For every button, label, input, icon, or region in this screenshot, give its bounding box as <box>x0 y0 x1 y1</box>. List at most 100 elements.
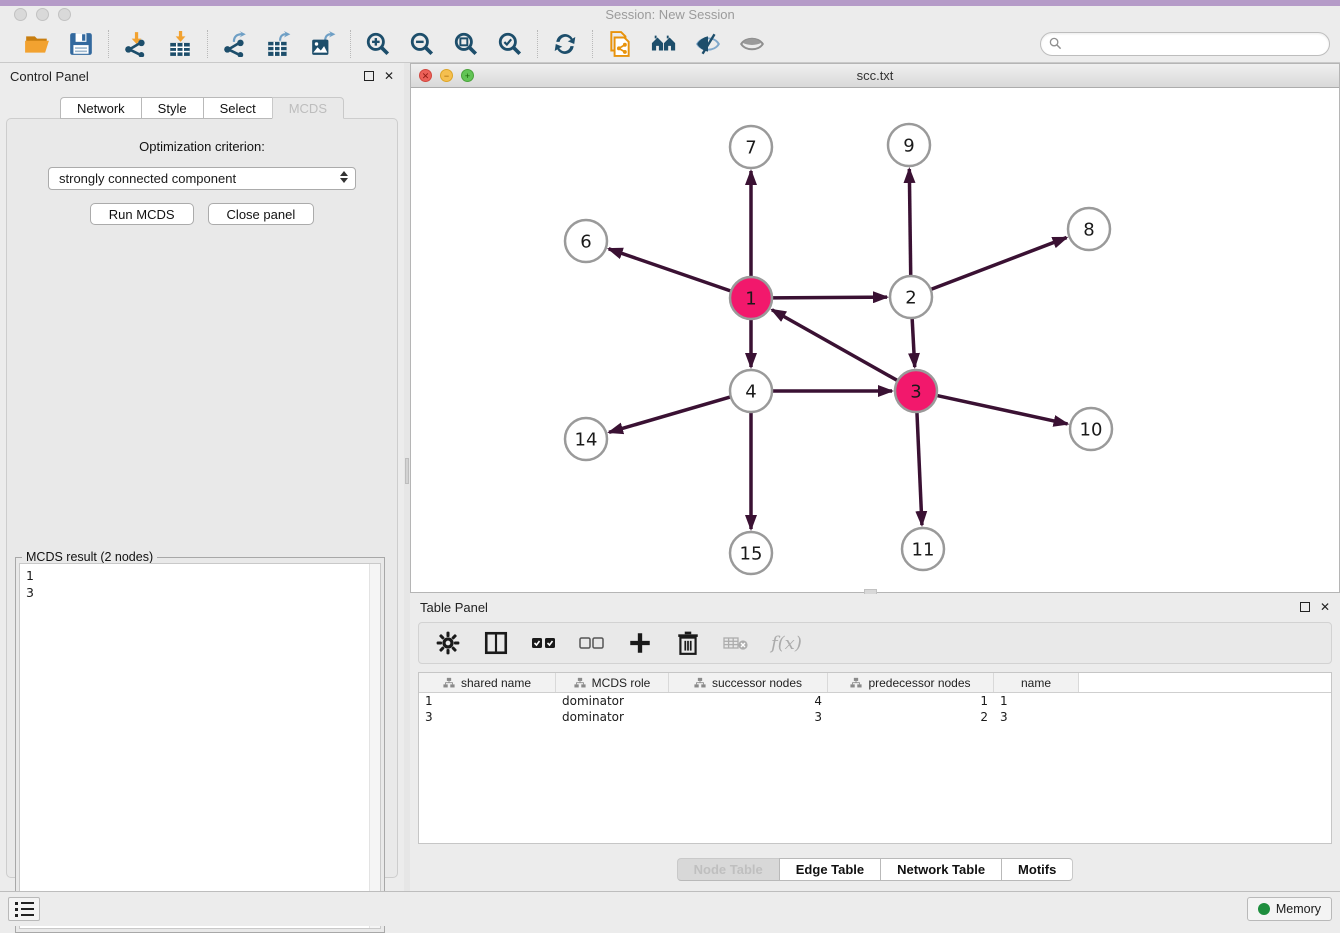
table-cell[interactable]: 4 <box>669 693 828 709</box>
control-panel-tabs: Network Style Select MCDS <box>0 97 404 119</box>
main-titlebar: Session: New Session <box>0 6 1340 25</box>
edge-4-14[interactable] <box>609 397 731 432</box>
tab-select[interactable]: Select <box>203 97 272 119</box>
table-cell[interactable]: 3 <box>994 709 1079 725</box>
network-canvas[interactable]: 7968124314101511 <box>411 88 1339 592</box>
zoom-in-icon[interactable] <box>363 29 393 59</box>
node-label-7: 7 <box>745 137 756 158</box>
column-header-MCDS-role[interactable]: MCDS role <box>556 673 669 692</box>
save-session-icon[interactable] <box>66 29 96 59</box>
task-history-button[interactable] <box>8 897 40 921</box>
column-header-successor-nodes[interactable]: successor nodes <box>669 673 828 692</box>
table-cell[interactable]: dominator <box>556 693 669 709</box>
float-panel-icon[interactable] <box>364 71 374 81</box>
application-window: Session: New Session <box>0 0 1340 926</box>
mcds-result-groupbox: MCDS result (2 nodes) 1 3 <box>15 557 385 933</box>
result-scrollbar[interactable] <box>369 564 380 928</box>
import-network-icon[interactable] <box>121 29 151 59</box>
zoom-fit-icon[interactable] <box>451 29 481 59</box>
table-cell[interactable]: 3 <box>669 709 828 725</box>
export-network-icon[interactable] <box>220 29 250 59</box>
table-cell[interactable]: dominator <box>556 709 669 725</box>
node-label-11: 11 <box>912 539 935 560</box>
table-settings-icon[interactable] <box>435 630 461 656</box>
tab-style[interactable]: Style <box>141 97 203 119</box>
table-cell[interactable]: 1 <box>419 693 556 709</box>
edge-2-3[interactable] <box>912 318 915 367</box>
main-toolbar <box>0 25 1340 63</box>
mcds-result-line: 3 <box>26 584 374 601</box>
table-cell[interactable]: 1 <box>828 693 994 709</box>
node-label-6: 6 <box>580 231 591 252</box>
run-mcds-button[interactable]: Run MCDS <box>90 203 194 225</box>
splitter-handle[interactable] <box>405 458 409 484</box>
tab-node-table[interactable]: Node Table <box>677 858 779 881</box>
zoom-out-icon[interactable] <box>407 29 437 59</box>
tab-mcds[interactable]: MCDS <box>272 97 344 119</box>
node-label-4: 4 <box>745 381 756 402</box>
close-panel-button[interactable]: Close panel <box>208 203 315 225</box>
delete-table-icon[interactable] <box>723 630 749 656</box>
table-row[interactable]: 3dominator323 <box>419 709 1331 725</box>
export-table-icon[interactable] <box>264 29 294 59</box>
delete-column-icon[interactable] <box>675 630 701 656</box>
table-cell[interactable]: 2 <box>828 709 994 725</box>
show-columns-icon[interactable] <box>483 630 509 656</box>
mcds-result-textarea[interactable]: 1 3 <box>19 563 381 929</box>
search-icon <box>1049 37 1062 50</box>
control-panel: Control Panel ✕ Network Style Select MCD… <box>0 63 404 891</box>
tab-motifs[interactable]: Motifs <box>1001 858 1073 881</box>
control-panel-title: Control Panel <box>10 69 89 84</box>
edge-1-2[interactable] <box>772 297 887 298</box>
column-header-shared-name[interactable]: shared name <box>419 673 556 692</box>
edge-2-8[interactable] <box>931 238 1067 290</box>
edge-2-9[interactable] <box>909 169 910 276</box>
list-icon <box>15 902 34 917</box>
tab-network[interactable]: Network <box>60 97 141 119</box>
float-table-panel-icon[interactable] <box>1300 602 1310 612</box>
network-view-window: ✕ − + scc.txt 7968124314101511 <box>410 63 1340 593</box>
network-titlebar: ✕ − + scc.txt <box>411 64 1339 88</box>
import-table-icon[interactable] <box>165 29 195 59</box>
table-body: 1dominator4113dominator323 <box>419 693 1331 725</box>
refresh-layout-icon[interactable] <box>550 29 580 59</box>
node-label-14: 14 <box>575 429 598 450</box>
table-row[interactable]: 1dominator411 <box>419 693 1331 709</box>
zoom-selected-icon[interactable] <box>495 29 525 59</box>
column-type-icon <box>443 677 455 689</box>
optimization-criterion-label: Optimization criterion: <box>7 139 397 154</box>
edge-3-10[interactable] <box>937 395 1068 423</box>
table-header-row: shared name MCDS role successor nodes prede… <box>419 673 1331 693</box>
tab-network-table[interactable]: Network Table <box>880 858 1001 881</box>
column-header-label: MCDS role <box>592 676 651 690</box>
edge-3-11[interactable] <box>917 412 922 525</box>
close-table-panel-icon[interactable]: ✕ <box>1320 601 1330 613</box>
search-input[interactable] <box>1067 37 1321 51</box>
network-title: scc.txt <box>411 68 1339 83</box>
birds-eye-view-icon[interactable] <box>737 29 767 59</box>
tab-edge-table[interactable]: Edge Table <box>779 858 880 881</box>
memory-button[interactable]: Memory <box>1247 897 1332 921</box>
table-cell[interactable]: 3 <box>419 709 556 725</box>
node-table[interactable]: shared name MCDS role successor nodes prede… <box>418 672 1332 844</box>
graphics-details-icon[interactable] <box>693 29 723 59</box>
first-neighbors-icon[interactable] <box>649 29 679 59</box>
clear-checks-icon[interactable] <box>579 630 605 656</box>
column-header-label: successor nodes <box>712 676 802 690</box>
criterion-dropdown[interactable]: strongly connected component <box>48 167 356 190</box>
clone-network-icon[interactable] <box>605 29 635 59</box>
close-panel-icon[interactable]: ✕ <box>384 70 394 82</box>
open-session-icon[interactable] <box>22 29 52 59</box>
edge-3-1[interactable] <box>772 310 898 381</box>
function-builder-icon[interactable]: f(x) <box>771 633 802 654</box>
add-column-icon[interactable] <box>627 630 653 656</box>
select-all-checks-icon[interactable] <box>531 630 557 656</box>
table-cell[interactable]: 1 <box>994 693 1079 709</box>
column-header-predecessor-nodes[interactable]: predecessor nodes <box>828 673 994 692</box>
column-type-icon <box>694 677 706 689</box>
column-header-name[interactable]: name <box>994 673 1079 692</box>
column-header-label: shared name <box>461 676 531 690</box>
export-image-icon[interactable] <box>308 29 338 59</box>
edge-1-6[interactable] <box>609 249 731 291</box>
memory-label: Memory <box>1276 902 1321 916</box>
